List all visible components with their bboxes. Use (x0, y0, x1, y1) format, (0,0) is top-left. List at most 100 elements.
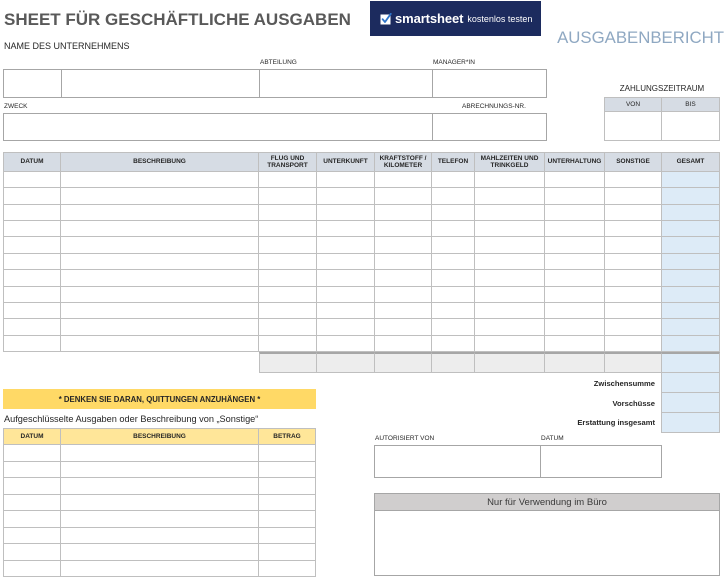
expense-meals-tips-cell[interactable] (475, 286, 545, 303)
expense-entertainment-cell[interactable] (545, 172, 605, 189)
expense-total-cell[interactable] (662, 204, 720, 222)
expense-flight-transport-cell[interactable] (259, 237, 317, 254)
expense-date-cell[interactable] (3, 204, 61, 222)
column-sum-meals-tips[interactable] (475, 351, 545, 373)
itemized-date-cell[interactable] (3, 478, 61, 495)
itemized-amount-cell[interactable] (259, 461, 316, 478)
expense-other-cell[interactable] (605, 253, 662, 271)
expense-date-cell[interactable] (3, 253, 61, 271)
expense-phone-cell[interactable] (432, 204, 475, 222)
expense-phone-cell[interactable] (432, 172, 475, 189)
itemized-amount-cell[interactable] (259, 544, 316, 561)
expense-description-cell[interactable] (61, 319, 259, 336)
itemized-amount-cell[interactable] (259, 445, 316, 462)
itemized-description-cell[interactable] (61, 494, 259, 511)
itemized-description-cell[interactable] (61, 478, 259, 495)
itemized-date-cell[interactable] (3, 544, 61, 561)
report-number-field[interactable] (433, 114, 546, 140)
expense-entertainment-cell[interactable] (545, 270, 605, 287)
expense-other-cell[interactable] (605, 335, 662, 352)
expense-meals-tips-cell[interactable] (475, 237, 545, 254)
expense-flight-transport-cell[interactable] (259, 270, 317, 287)
expense-flight-transport-cell[interactable] (259, 204, 317, 222)
expense-entertainment-cell[interactable] (545, 221, 605, 238)
itemized-description-cell[interactable] (61, 461, 259, 478)
expense-meals-tips-cell[interactable] (475, 302, 545, 320)
expense-fuel-mileage-cell[interactable] (375, 319, 432, 336)
expense-lodging-cell[interactable] (317, 253, 375, 271)
expense-flight-transport-cell[interactable] (259, 172, 317, 189)
expense-total-cell[interactable] (662, 188, 720, 205)
smartsheet-banner[interactable]: smartsheet kostenlos testen (370, 1, 541, 36)
itemized-amount-cell[interactable] (259, 560, 316, 577)
itemized-date-cell[interactable] (3, 461, 61, 478)
expense-meals-tips-cell[interactable] (475, 270, 545, 287)
expense-fuel-mileage-cell[interactable] (375, 221, 432, 238)
expense-meals-tips-cell[interactable] (475, 221, 545, 238)
expense-description-cell[interactable] (61, 237, 259, 254)
company-name-field-right[interactable] (62, 70, 260, 97)
expense-phone-cell[interactable] (432, 302, 475, 320)
period-from-field[interactable] (604, 112, 662, 141)
expense-phone-cell[interactable] (432, 237, 475, 254)
expense-flight-transport-cell[interactable] (259, 335, 317, 352)
itemized-amount-cell[interactable] (259, 511, 316, 528)
itemized-amount-cell[interactable] (259, 494, 316, 511)
office-use-field[interactable] (375, 511, 719, 575)
itemized-description-cell[interactable] (61, 544, 259, 561)
column-sum-entertainment[interactable] (545, 351, 605, 373)
expense-lodging-cell[interactable] (317, 335, 375, 352)
expense-description-cell[interactable] (61, 253, 259, 271)
expense-phone-cell[interactable] (432, 221, 475, 238)
expense-total-cell[interactable] (662, 172, 720, 189)
expense-flight-transport-cell[interactable] (259, 253, 317, 271)
expense-phone-cell[interactable] (432, 253, 475, 271)
period-to-field[interactable] (662, 112, 720, 141)
expense-description-cell[interactable] (61, 204, 259, 222)
expense-other-cell[interactable] (605, 172, 662, 189)
itemized-amount-cell[interactable] (259, 527, 316, 544)
expense-lodging-cell[interactable] (317, 172, 375, 189)
expense-other-cell[interactable] (605, 319, 662, 336)
expense-entertainment-cell[interactable] (545, 188, 605, 205)
expense-phone-cell[interactable] (432, 286, 475, 303)
expense-meals-tips-cell[interactable] (475, 204, 545, 222)
expense-total-cell[interactable] (662, 237, 720, 254)
expense-date-cell[interactable] (3, 172, 61, 189)
expense-entertainment-cell[interactable] (545, 204, 605, 222)
itemized-date-cell[interactable] (3, 560, 61, 577)
free-trial-link[interactable]: kostenlos testen (467, 13, 532, 25)
expense-entertainment-cell[interactable] (545, 237, 605, 254)
expense-description-cell[interactable] (61, 335, 259, 352)
column-sum-other[interactable] (605, 351, 662, 373)
itemized-description-cell[interactable] (61, 527, 259, 544)
expense-lodging-cell[interactable] (317, 270, 375, 287)
expense-other-cell[interactable] (605, 286, 662, 303)
expense-lodging-cell[interactable] (317, 302, 375, 320)
itemized-date-cell[interactable] (3, 511, 61, 528)
expense-other-cell[interactable] (605, 237, 662, 254)
authorization-date-field[interactable] (541, 446, 661, 477)
expense-total-cell[interactable] (662, 253, 720, 271)
expense-entertainment-cell[interactable] (545, 253, 605, 271)
expense-meals-tips-cell[interactable] (475, 188, 545, 205)
column-sum-fuel-mileage[interactable] (375, 351, 432, 373)
expense-total-cell[interactable] (662, 302, 720, 320)
expense-total-cell[interactable] (662, 286, 720, 303)
expense-date-cell[interactable] (3, 335, 61, 352)
expense-fuel-mileage-cell[interactable] (375, 270, 432, 287)
itemized-description-cell[interactable] (61, 445, 259, 462)
company-name-field-left[interactable] (4, 70, 62, 97)
expense-flight-transport-cell[interactable] (259, 221, 317, 238)
expense-description-cell[interactable] (61, 302, 259, 320)
expense-lodging-cell[interactable] (317, 319, 375, 336)
expense-flight-transport-cell[interactable] (259, 302, 317, 320)
itemized-date-cell[interactable] (3, 527, 61, 544)
expense-description-cell[interactable] (61, 172, 259, 189)
expense-flight-transport-cell[interactable] (259, 188, 317, 205)
expense-lodging-cell[interactable] (317, 188, 375, 205)
expense-date-cell[interactable] (3, 188, 61, 205)
expense-date-cell[interactable] (3, 221, 61, 238)
itemized-date-cell[interactable] (3, 445, 61, 462)
authorized-by-field[interactable] (375, 446, 541, 477)
